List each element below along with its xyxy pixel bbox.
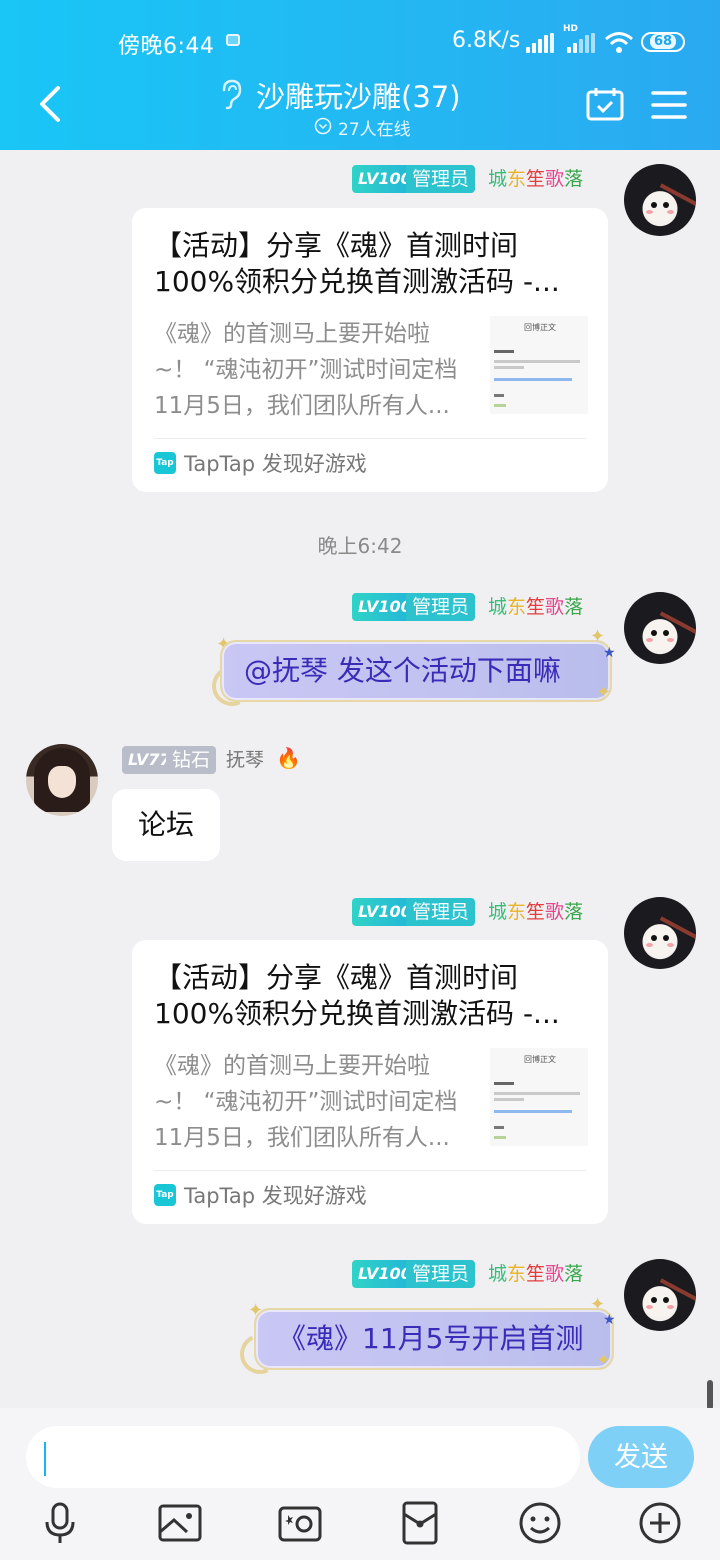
card-thumbnail: 回博正文	[490, 316, 588, 414]
fire-icon: 🔥	[276, 746, 301, 770]
plus-icon[interactable]	[637, 1500, 683, 1546]
card-title: 【活动】分享《魂》首测时间100%领积分兑换首测激活码 -...	[154, 961, 560, 1030]
wifi-icon	[605, 32, 633, 53]
signal-icon	[526, 33, 554, 53]
message-bubble[interactable]: 论坛	[112, 789, 221, 861]
role-badge: 管理员	[406, 1260, 476, 1288]
sender-nick[interactable]: 城东笙歌落	[488, 898, 583, 926]
taptap-icon: Tap	[154, 452, 176, 474]
sender-meta: LV100 管理员 城东笙歌落	[352, 898, 602, 926]
emoji-icon[interactable]	[517, 1500, 563, 1546]
sender-nick[interactable]: 城东笙歌落	[488, 1260, 583, 1288]
star-decoration: ★	[603, 645, 616, 661]
sender-meta: LV100 管理员 城东笙歌落	[352, 593, 602, 621]
avatar[interactable]	[624, 897, 696, 969]
chevron-down-icon[interactable]	[314, 117, 332, 135]
sender-meta: LV100 管理员 城东笙歌落	[352, 165, 602, 193]
link-card[interactable]: 【活动】分享《魂》首测时间100%领积分兑换首测激活码 -... 《魂》的首测马…	[132, 208, 608, 492]
card-divider	[154, 1170, 586, 1171]
avatar[interactable]	[624, 164, 696, 236]
avatar[interactable]	[624, 1259, 696, 1331]
role-badge: 管理员	[406, 898, 476, 926]
red-packet-icon[interactable]	[397, 1500, 443, 1546]
online-count[interactable]: 27人在线	[338, 115, 411, 140]
chat-header: 傍晚6:44 6.8K/s HD 68 沙雕玩沙雕(37) 27人在线	[0, 0, 720, 150]
camera-icon[interactable]	[277, 1500, 323, 1546]
notification-icon	[226, 34, 240, 46]
scrollbar[interactable]	[707, 1380, 713, 1410]
calendar-icon[interactable]	[585, 86, 625, 122]
input-bar: 发送	[0, 1408, 720, 1560]
card-title: 【活动】分享《魂》首测时间100%领积分兑换首测激活码 -...	[154, 229, 560, 298]
card-description: 《魂》的首测马上要开始啦~！ “魂沌初开”测试时间定档11月5日，我们团队所有人…	[154, 321, 458, 419]
sender-meta: LV77 钻石 抚琴 🔥	[122, 746, 322, 774]
card-source: TapTap 发现好游戏	[184, 452, 367, 476]
star-decoration: ★	[603, 1312, 616, 1328]
role-badge: 管理员	[406, 165, 476, 193]
status-time: 傍晚6:44	[118, 34, 215, 59]
sender-nick[interactable]: 城东笙歌落	[488, 593, 583, 621]
send-button[interactable]: 发送	[588, 1426, 694, 1488]
sender-meta: LV100 管理员 城东笙歌落	[352, 1260, 602, 1288]
ear-icon[interactable]	[218, 78, 244, 110]
signal-icon-2	[567, 33, 595, 53]
image-icon[interactable]	[157, 1500, 203, 1546]
battery-level: 68	[649, 34, 677, 49]
role-badge: 钻石	[166, 746, 217, 774]
status-bar: 傍晚6:44 6.8K/s HD 68	[0, 22, 720, 62]
link-card[interactable]: 【活动】分享《魂》首测时间100%领积分兑换首测激活码 -... 《魂》的首测马…	[132, 940, 608, 1224]
role-badge: 管理员	[406, 593, 476, 621]
sender-nick[interactable]: 抚琴	[226, 746, 264, 774]
battery-icon: 68	[641, 32, 685, 52]
avatar[interactable]	[624, 592, 696, 664]
star-decoration: ✦	[590, 626, 606, 647]
star-decoration: ✦	[596, 682, 612, 703]
card-description: 《魂》的首测马上要开始啦~！ “魂沌初开”测试时间定档11月5日，我们团队所有人…	[154, 1053, 458, 1151]
sender-nick[interactable]: 城东笙歌落	[488, 165, 583, 193]
back-button[interactable]	[30, 82, 70, 126]
chat-title[interactable]: 沙雕玩沙雕(37)	[256, 74, 461, 116]
microphone-icon[interactable]	[37, 1500, 83, 1546]
menu-icon[interactable]	[651, 90, 687, 120]
card-source: TapTap 发现好游戏	[184, 1184, 367, 1208]
star-decoration: ✦	[596, 1350, 612, 1371]
card-divider	[154, 438, 586, 439]
message-input[interactable]	[26, 1426, 580, 1488]
network-speed: 6.8K/s	[452, 28, 521, 53]
message-bubble[interactable]: @抚琴 发这个活动下面嘛	[220, 640, 612, 702]
time-label: 晚上6:42	[317, 534, 403, 558]
message-bubble[interactable]: 《魂》11月5号开启首测	[254, 1308, 614, 1370]
card-thumbnail: 回博正文	[490, 1048, 588, 1146]
text-caret	[44, 1442, 46, 1476]
taptap-icon: Tap	[154, 1184, 176, 1206]
avatar[interactable]	[26, 744, 98, 816]
